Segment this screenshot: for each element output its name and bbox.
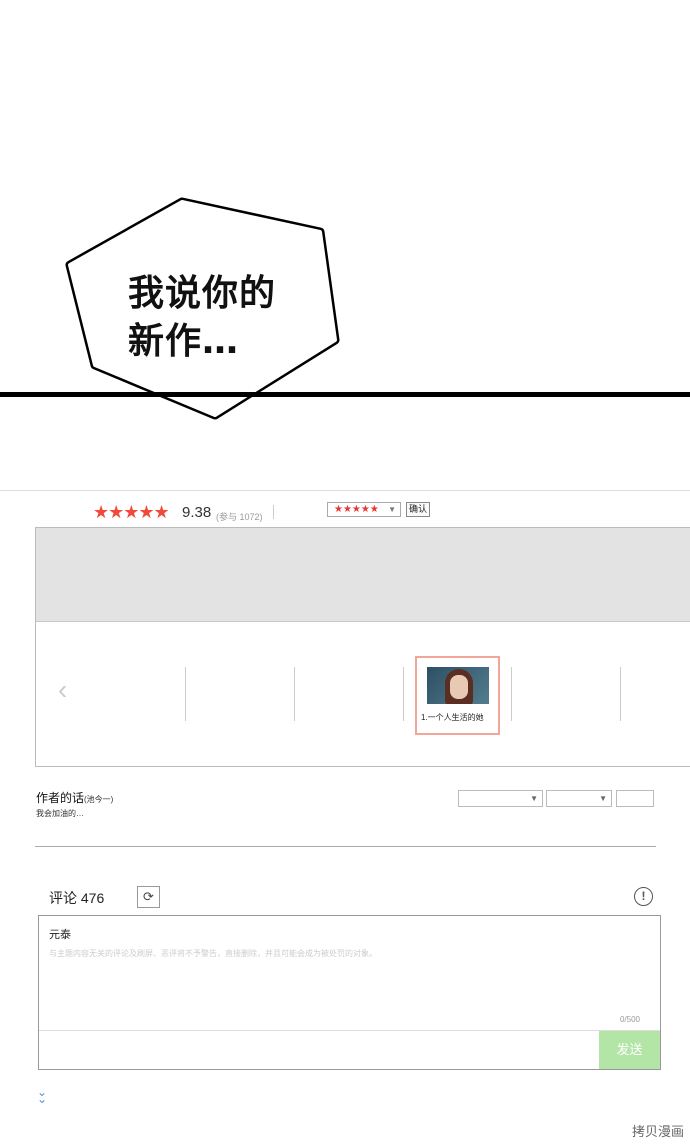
chevron-left-icon[interactable]: ‹: [58, 674, 67, 706]
rating-select[interactable]: ★★★★★ ▼: [327, 502, 401, 517]
panel-border: [0, 392, 690, 397]
send-button[interactable]: 发送: [599, 1031, 660, 1069]
section-divider: [35, 846, 656, 847]
rating-score: 9.38: [182, 504, 212, 521]
episode-banner: [36, 528, 690, 622]
episode-divider: [403, 667, 404, 721]
episode-divider: [185, 667, 186, 721]
char-count: 0/500: [619, 1015, 640, 1024]
author-words-label: 作者的话: [36, 791, 85, 805]
rating-votes: (参与 1072): [216, 512, 263, 522]
rating-select-value: ★★★★★: [334, 504, 379, 515]
author-message: 我会加油的…: [36, 809, 84, 818]
chevron-down-icon: ▼: [599, 794, 607, 803]
episode-thumbnail: [427, 667, 489, 704]
go-button[interactable]: [616, 790, 654, 807]
episode-title: 1.一个人生活的她: [421, 713, 484, 722]
episode-select[interactable]: ▼: [458, 790, 543, 807]
confirm-rating-button[interactable]: 确认: [406, 502, 430, 517]
bubble-text-line-1: 我说你的: [128, 273, 277, 314]
comment-input[interactable]: 与主题内容无关的评论及刷屏、恶评将不予警告，直接删除，并且可能会成为被处罚的对象…: [49, 948, 377, 959]
comment-form: 元泰 与主题内容无关的评论及刷屏、恶评将不予警告，直接删除，并且可能会成为被处罚…: [38, 915, 661, 1070]
double-chevron-down-icon[interactable]: ⌄ ⌄: [37, 1086, 47, 1105]
chevron-down-icon: ▼: [530, 794, 538, 803]
episode-divider: [511, 667, 512, 721]
comment-divider: [39, 1030, 660, 1031]
author-words-title: 作者的话(池今一): [36, 789, 113, 806]
exclamation-icon[interactable]: !: [634, 887, 653, 906]
page-select[interactable]: ▼: [546, 790, 612, 807]
watermark: 拷贝漫画: [631, 1124, 684, 1139]
episode-divider: [294, 667, 295, 721]
chevron-down-icon: ▼: [388, 505, 396, 514]
episode-divider: [620, 667, 621, 721]
episode-item-current[interactable]: 1.一个人生活的她: [415, 656, 500, 735]
top-divider: [0, 490, 690, 491]
author-name: (池今一): [84, 795, 114, 804]
bubble-text-line-2: 新作…: [128, 321, 240, 362]
rating-stars-icon: ★★★★★: [93, 502, 170, 522]
refresh-icon[interactable]: ⟳: [137, 886, 160, 908]
comments-title: 评论 476: [49, 890, 105, 906]
rating-separator: [273, 505, 274, 519]
comment-username: 元泰: [49, 929, 71, 941]
comic-panel: 我说你的 新作…: [0, 0, 690, 470]
